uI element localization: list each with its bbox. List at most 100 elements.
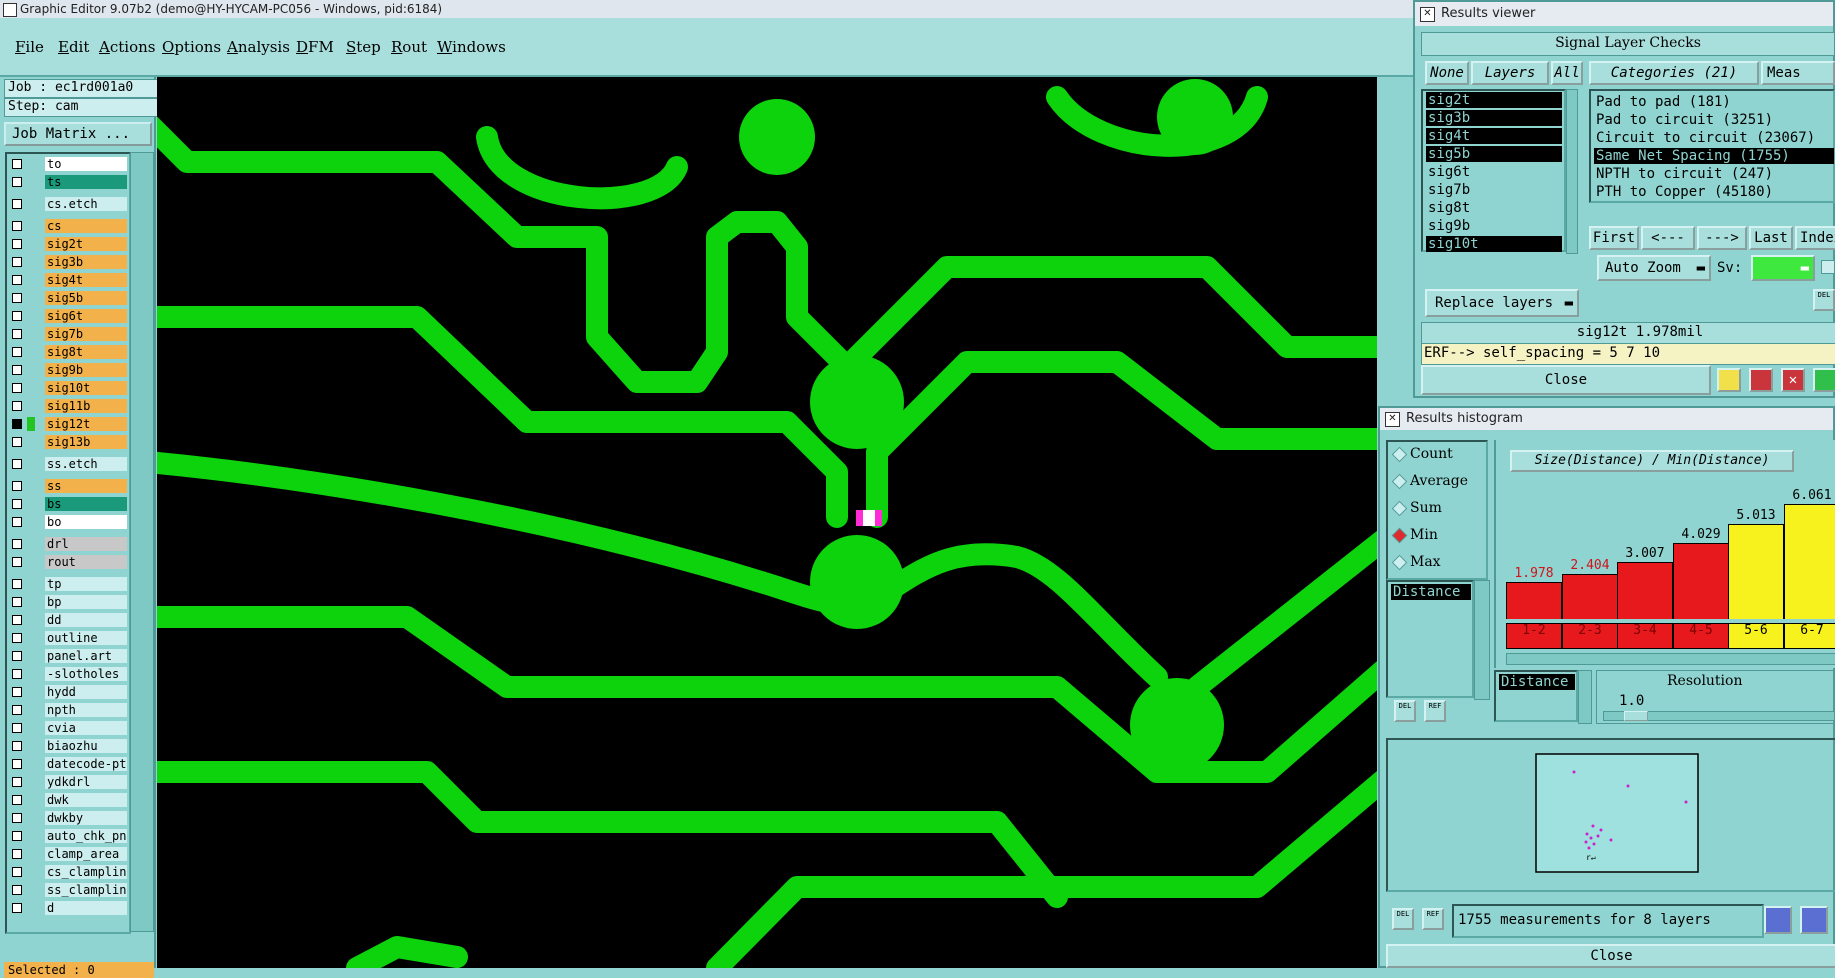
layer-affected-toggle[interactable] [27, 309, 35, 323]
layer-affected-toggle[interactable] [27, 175, 35, 189]
layer-checkbox[interactable] [12, 741, 22, 751]
layer-affected-toggle[interactable] [27, 613, 35, 627]
layer-row[interactable]: ss [9, 479, 127, 493]
layer-checkbox[interactable] [12, 159, 22, 169]
layer-row[interactable]: sig5b [9, 291, 127, 305]
job-matrix-button[interactable]: Job Matrix ... [4, 122, 152, 146]
layer-affected-toggle[interactable] [27, 479, 35, 493]
sv-checkbox[interactable] [1821, 260, 1835, 274]
layer-checkbox[interactable] [12, 459, 22, 469]
layer-checkbox[interactable] [12, 651, 22, 661]
layer-affected-toggle[interactable] [27, 363, 35, 377]
field-distance[interactable]: Distance [1499, 674, 1575, 690]
prev-button[interactable]: <--- [1641, 226, 1695, 250]
layer-item-sig10t[interactable]: sig10t [1426, 236, 1562, 252]
layer-checkbox[interactable] [12, 275, 22, 285]
replace-layers-select[interactable]: Replace layers ▬ [1425, 289, 1579, 317]
layer-affected-toggle[interactable] [27, 703, 35, 717]
layer-checkbox[interactable] [12, 705, 22, 715]
first-button[interactable]: First [1589, 226, 1639, 250]
last-button[interactable]: Last [1749, 226, 1793, 250]
layer-checkbox[interactable] [12, 499, 22, 509]
layer-affected-toggle[interactable] [27, 685, 35, 699]
layer-checkbox[interactable] [12, 293, 22, 303]
mode-average[interactable]: Average [1391, 471, 1472, 491]
layer-affected-toggle[interactable] [27, 847, 35, 861]
highlight-icon[interactable] [1717, 368, 1741, 392]
layer-row[interactable]: hydd [9, 685, 127, 699]
layer-row[interactable]: auto_chk_pn [9, 829, 127, 843]
layer-affected-toggle[interactable] [27, 345, 35, 359]
layer-row[interactable]: drl [9, 537, 127, 551]
layer-checkbox[interactable] [12, 517, 22, 527]
close-icon[interactable]: ✕ [1420, 7, 1435, 22]
layer-affected-toggle[interactable] [27, 497, 35, 511]
layer-affected-toggle[interactable] [27, 219, 35, 233]
menu-step[interactable]: Step [346, 38, 381, 56]
layer-checkbox[interactable] [12, 437, 22, 447]
layer-row[interactable]: cs [9, 219, 127, 233]
layer-checkbox[interactable] [12, 257, 22, 267]
layer-checkbox[interactable] [12, 633, 22, 643]
menu-options[interactable]: Options [162, 38, 221, 56]
layer-checkbox[interactable] [12, 177, 22, 187]
none-button[interactable]: None [1425, 61, 1469, 85]
mode-min[interactable]: Min [1391, 525, 1472, 545]
category-circuit-to-circuit[interactable]: Circuit to circuit (23067) [1594, 130, 1834, 146]
layer-checkbox[interactable] [12, 557, 22, 567]
menu-file[interactable]: File [15, 38, 44, 56]
layer-row[interactable]: sig7b [9, 327, 127, 341]
layer-affected-toggle[interactable] [27, 649, 35, 663]
layer-affected-toggle[interactable] [27, 595, 35, 609]
category-same-net-spacing[interactable]: Same Net Spacing (1755) [1594, 148, 1834, 164]
layer-row[interactable]: cs_clampline [9, 865, 127, 879]
next-button[interactable]: ---> [1697, 226, 1747, 250]
attribute-distance[interactable]: Distance [1391, 584, 1471, 600]
layer-row[interactable]: sig9b [9, 363, 127, 377]
auto-zoom-select[interactable]: Auto Zoom ▬ [1597, 255, 1711, 281]
layer-affected-toggle[interactable] [27, 739, 35, 753]
layer-row[interactable]: ts [9, 175, 127, 189]
histogram-bar[interactable] [1673, 543, 1729, 619]
layer-row[interactable]: ydkdrl [9, 775, 127, 789]
category-pad-to-pad[interactable]: Pad to pad (181) [1594, 94, 1834, 110]
locate-icon[interactable] [1800, 906, 1828, 934]
layer-row[interactable]: sig2t [9, 237, 127, 251]
layer-row[interactable]: datecode-pt [9, 757, 127, 771]
menu-dfm[interactable]: DFM [296, 38, 334, 56]
layer-affected-toggle[interactable] [27, 811, 35, 825]
layer-checkbox[interactable] [12, 481, 22, 491]
layer-affected-toggle[interactable] [27, 555, 35, 569]
layer-affected-toggle[interactable] [27, 757, 35, 771]
layer-affected-toggle[interactable] [27, 515, 35, 529]
layer-affected-toggle[interactable] [27, 667, 35, 681]
layer-affected-toggle[interactable] [27, 197, 35, 211]
menu-windows[interactable]: Windows [437, 38, 506, 56]
layer-affected-toggle[interactable] [27, 537, 35, 551]
layer-row[interactable]: to [9, 157, 127, 171]
ref-icon[interactable]: REF [1424, 700, 1446, 722]
layer-affected-toggle[interactable] [27, 157, 35, 171]
close-icon[interactable]: ✕ [1385, 412, 1400, 427]
layer-row[interactable]: sig3b [9, 255, 127, 269]
layer-row[interactable]: rout [9, 555, 127, 569]
layer-checkbox[interactable] [12, 579, 22, 589]
histogram-bar[interactable] [1617, 562, 1673, 619]
category-pad-to-circuit[interactable]: Pad to circuit (3251) [1594, 112, 1834, 128]
menu-edit[interactable]: Edit [58, 38, 89, 56]
layer-affected-toggle[interactable] [27, 793, 35, 807]
layer-checkbox[interactable] [12, 759, 22, 769]
graphic-canvas[interactable] [157, 77, 1377, 968]
field-scrollbar[interactable] [1578, 670, 1592, 724]
layer-affected-toggle[interactable] [27, 829, 35, 843]
layer-row[interactable]: ss_clampline [9, 883, 127, 897]
layer-affected-toggle[interactable] [27, 291, 35, 305]
ref-icon[interactable]: REF [1422, 908, 1444, 930]
layer-row[interactable]: outline [9, 631, 127, 645]
layer-checkbox[interactable] [12, 383, 22, 393]
close-button[interactable]: Close [1421, 365, 1711, 395]
export-icon[interactable] [1813, 368, 1835, 392]
menu-analysis[interactable]: Analysis [227, 38, 290, 56]
layer-row[interactable]: dwk [9, 793, 127, 807]
layer-checkbox[interactable] [12, 903, 22, 913]
